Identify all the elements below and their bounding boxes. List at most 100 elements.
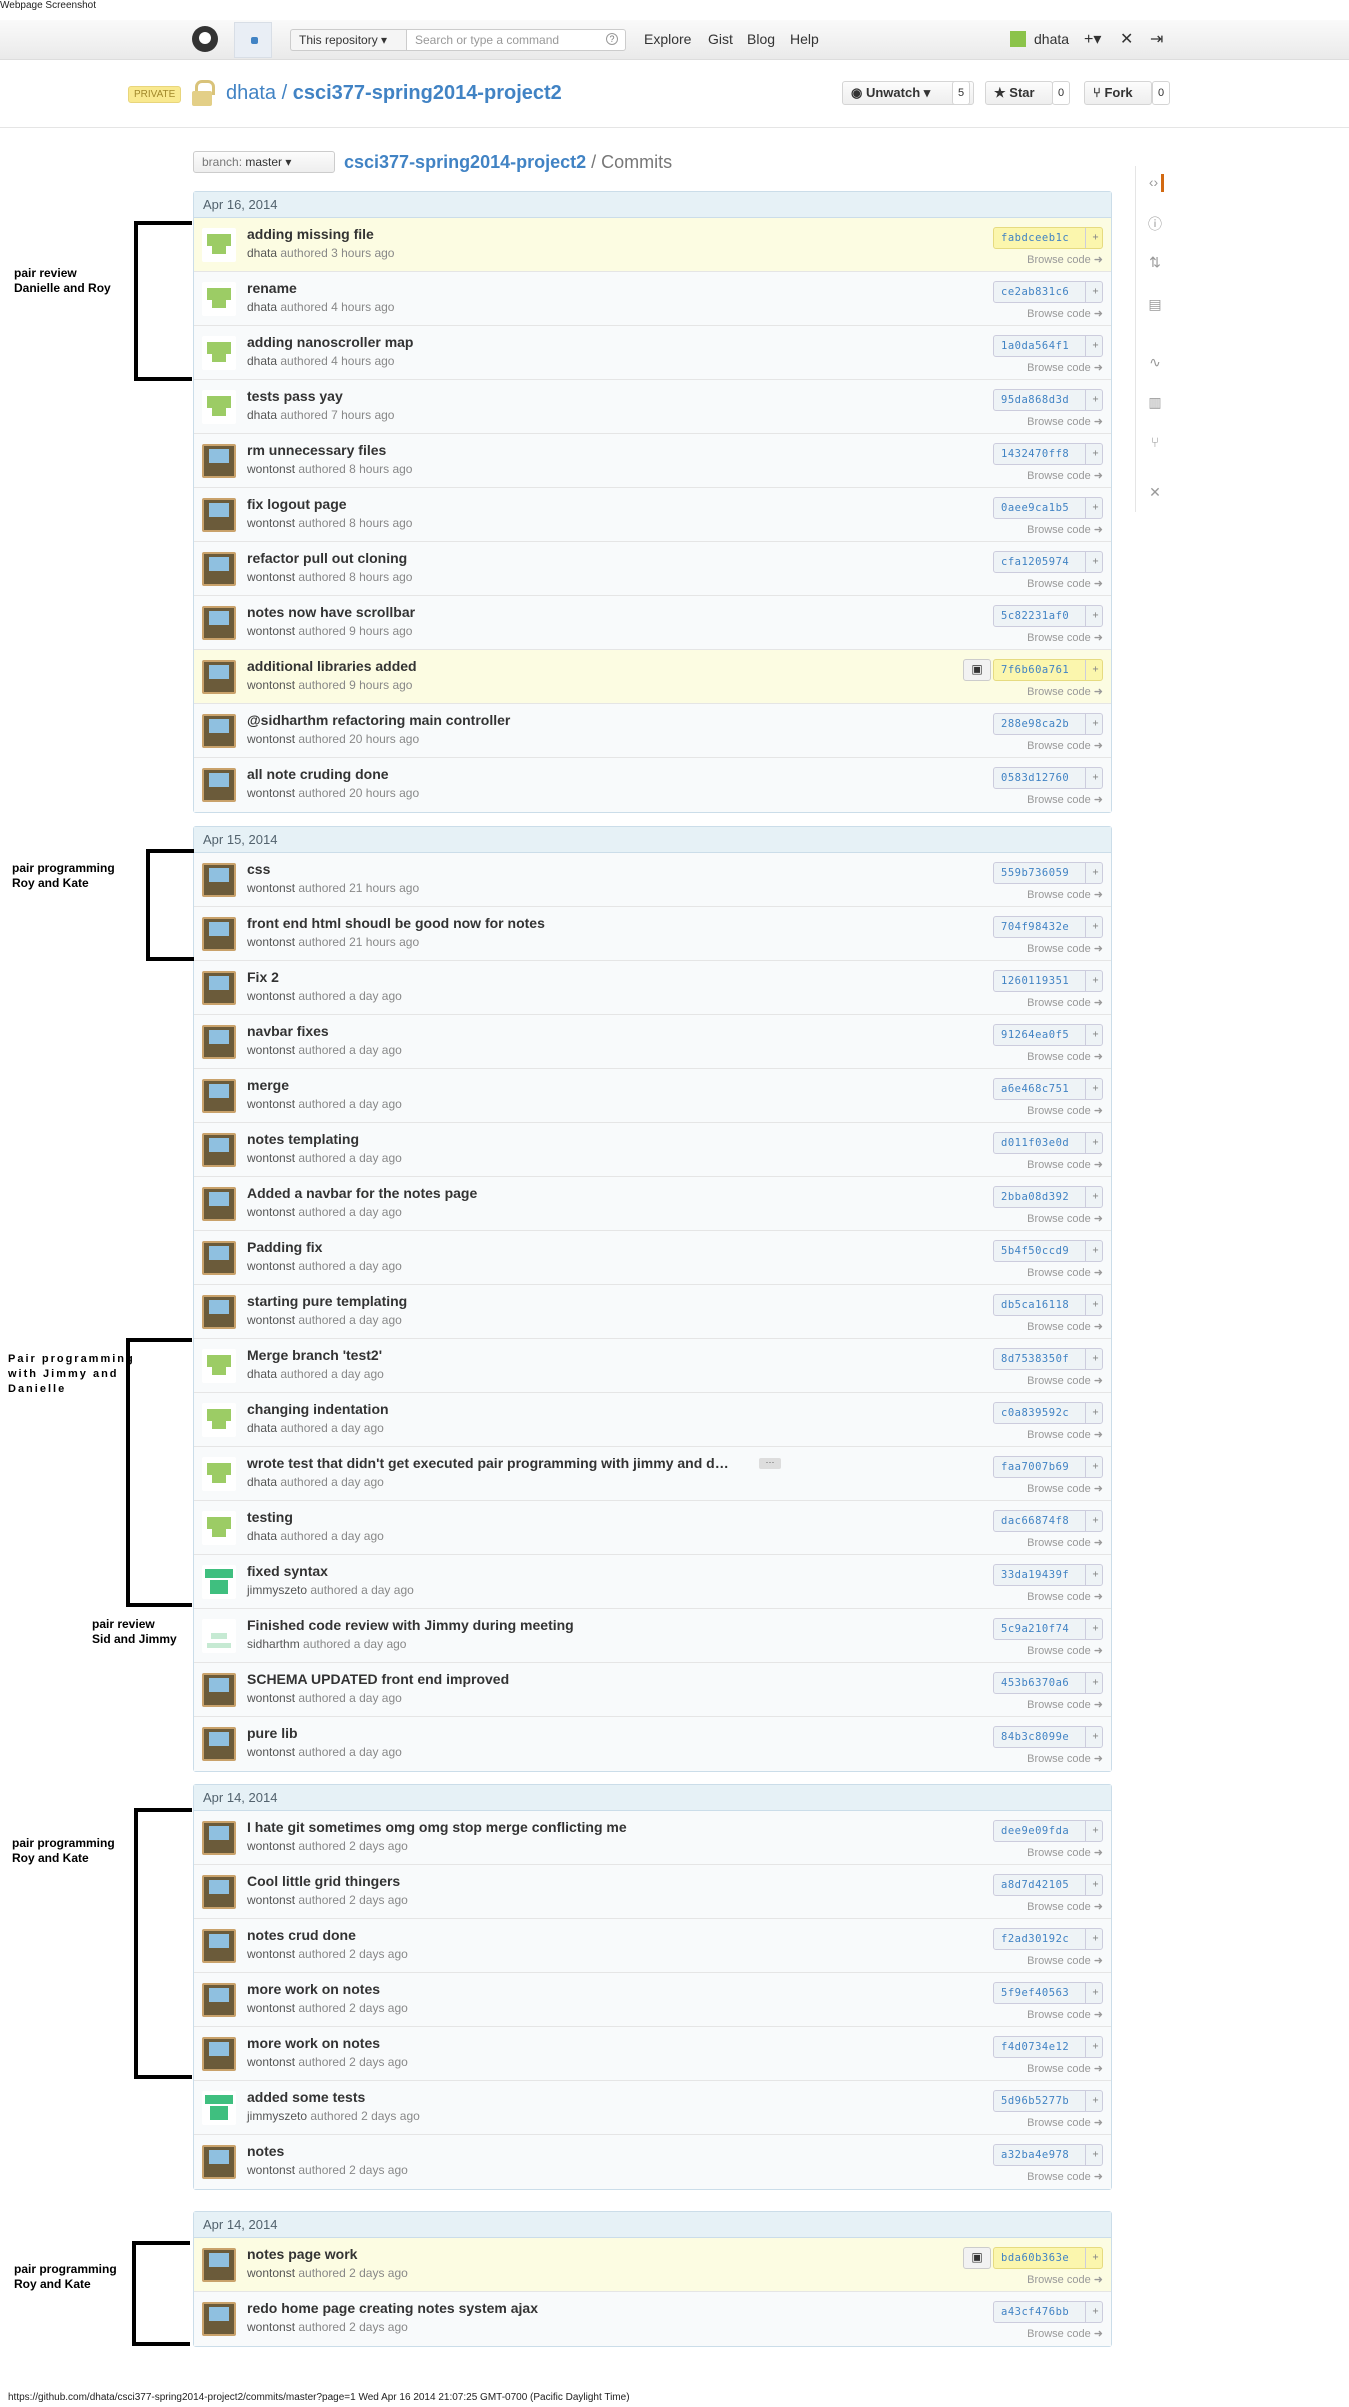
author-avatar[interactable] xyxy=(202,336,236,370)
commit-author-link[interactable]: wontonst xyxy=(247,881,295,895)
browse-code-link[interactable]: Browse code ➜ xyxy=(1027,1266,1103,1279)
commit-author-link[interactable]: wontonst xyxy=(247,935,295,949)
expand-sha-icon[interactable]: + xyxy=(1092,556,1099,567)
commit-message-link[interactable]: Fix 2 xyxy=(247,969,279,985)
repo-name-link[interactable]: csci377-spring2014-project2 xyxy=(293,82,562,104)
pull-requests-icon[interactable]: ⇅ xyxy=(1146,254,1164,272)
commit-author-link[interactable]: wontonst xyxy=(247,732,295,746)
commit-sha-button[interactable]: 8d7538350f + xyxy=(993,1348,1103,1370)
expand-sha-icon[interactable]: + xyxy=(1092,1191,1099,1202)
commit-author-link[interactable]: wontonst xyxy=(247,1691,295,1705)
commit-sha-button[interactable]: 0583d12760 + xyxy=(993,767,1103,789)
expand-sha-icon[interactable]: + xyxy=(1092,1137,1099,1148)
search-scope-select[interactable]: This repository ▾ xyxy=(290,29,406,51)
browse-code-link[interactable]: Browse code ➜ xyxy=(1027,739,1103,752)
browse-code-link[interactable]: Browse code ➜ xyxy=(1027,1846,1103,1859)
author-avatar[interactable] xyxy=(202,1403,236,1437)
expand-sha-icon[interactable]: + xyxy=(1092,610,1099,621)
commit-author-link[interactable]: wontonst xyxy=(247,1947,295,1961)
expand-sha-icon[interactable]: + xyxy=(1092,2149,1099,2160)
expand-sha-icon[interactable]: + xyxy=(1092,1461,1099,1472)
commit-message-link[interactable]: Added a navbar for the notes page xyxy=(247,1185,477,1201)
commit-sha-button[interactable]: 5d96b5277b + xyxy=(993,2090,1103,2112)
expand-sha-icon[interactable]: + xyxy=(1092,1825,1099,1836)
commit-author-link[interactable]: wontonst xyxy=(247,516,295,530)
commit-author-link[interactable]: dhata xyxy=(247,354,277,368)
commit-message-link[interactable]: rename xyxy=(247,280,297,296)
browse-code-link[interactable]: Browse code ➜ xyxy=(1027,253,1103,266)
nav-gist[interactable]: Gist xyxy=(708,31,733,47)
commit-message-link[interactable]: rm unnecessary files xyxy=(247,442,386,458)
author-avatar[interactable] xyxy=(202,714,236,748)
commit-sha-button[interactable]: 1432470ff8 + xyxy=(993,443,1103,465)
commit-message-link[interactable]: changing indentation xyxy=(247,1401,389,1417)
commit-author-link[interactable]: jimmyszeto xyxy=(247,1583,307,1597)
commit-author-link[interactable]: wontonst xyxy=(247,1893,295,1907)
commit-sha-button[interactable]: 5b4f50ccd9 + xyxy=(993,1240,1103,1262)
browse-code-link[interactable]: Browse code ➜ xyxy=(1027,1644,1103,1657)
expand-sha-icon[interactable]: + xyxy=(1092,1933,1099,1944)
commit-author-link[interactable]: dhata xyxy=(247,1475,277,1489)
pulse-icon[interactable]: ∿ xyxy=(1146,354,1164,372)
network-icon[interactable]: ⑂ xyxy=(1146,434,1164,452)
commit-author-link[interactable]: wontonst xyxy=(247,624,295,638)
expand-sha-icon[interactable]: + xyxy=(1092,340,1099,351)
star-button[interactable]: ★ Star xyxy=(985,81,1053,105)
expand-sha-icon[interactable]: + xyxy=(1092,394,1099,405)
commit-sha-button[interactable]: cfa1205974 + xyxy=(993,551,1103,573)
commit-message-link[interactable]: SCHEMA UPDATED front end improved xyxy=(247,1671,509,1687)
notifications-button[interactable] xyxy=(234,22,272,58)
commit-sha-button[interactable]: 453b6370a6 + xyxy=(993,1672,1103,1694)
commit-author-link[interactable]: wontonst xyxy=(247,1313,295,1327)
commit-sha-button[interactable]: 95da868d3d + xyxy=(993,389,1103,411)
commit-message-link[interactable]: more work on notes xyxy=(247,1981,380,1997)
branch-select[interactable]: branch: master ▾ xyxy=(193,151,335,173)
expand-sha-icon[interactable]: + xyxy=(1092,867,1099,878)
browse-code-link[interactable]: Browse code ➜ xyxy=(1027,2008,1103,2021)
expand-sha-icon[interactable]: + xyxy=(1092,2095,1099,2106)
author-avatar[interactable] xyxy=(202,1349,236,1383)
commit-author-link[interactable]: wontonst xyxy=(247,678,295,692)
commit-sha-button[interactable]: 704f98432e + xyxy=(993,916,1103,938)
browse-code-link[interactable]: Browse code ➜ xyxy=(1027,469,1103,482)
nav-explore[interactable]: Explore xyxy=(644,31,691,47)
commit-message-link[interactable]: Cool little grid thingers xyxy=(247,1873,400,1889)
expand-sha-icon[interactable]: + xyxy=(1092,1623,1099,1634)
commit-author-link[interactable]: wontonst xyxy=(247,1839,295,1853)
author-avatar[interactable] xyxy=(202,1241,236,1275)
commit-message-link[interactable]: refactor pull out cloning xyxy=(247,550,407,566)
settings-tools-icon[interactable]: ✕ xyxy=(1120,29,1133,49)
commit-sha-button[interactable]: dac66874f8 + xyxy=(993,1510,1103,1532)
commit-message-link[interactable]: notes templating xyxy=(247,1131,359,1147)
browse-code-link[interactable]: Browse code ➜ xyxy=(1027,2273,1103,2286)
commit-message-link[interactable]: css xyxy=(247,861,270,877)
expand-sha-icon[interactable]: + xyxy=(1092,1299,1099,1310)
commit-author-link[interactable]: wontonst xyxy=(247,1043,295,1057)
browse-code-link[interactable]: Browse code ➜ xyxy=(1027,1536,1103,1549)
author-avatar[interactable] xyxy=(202,1133,236,1167)
browse-code-link[interactable]: Browse code ➜ xyxy=(1027,685,1103,698)
repo-owner-link[interactable]: dhata xyxy=(226,82,276,104)
settings-icon[interactable]: ✕ xyxy=(1146,484,1164,502)
commit-author-link[interactable]: wontonst xyxy=(247,1205,295,1219)
forks-count[interactable]: 0 xyxy=(1152,81,1171,105)
expand-sha-icon[interactable]: + xyxy=(1092,2041,1099,2052)
user-name[interactable]: dhata xyxy=(1034,31,1069,47)
browse-code-link[interactable]: Browse code ➜ xyxy=(1027,307,1103,320)
commit-sha-button[interactable]: 7f6b60a761 + xyxy=(993,659,1103,681)
commit-message-link[interactable]: navbar fixes xyxy=(247,1023,329,1039)
browse-code-link[interactable]: Browse code ➜ xyxy=(1027,1320,1103,1333)
clipboard-icon[interactable]: ▣ xyxy=(963,2247,991,2269)
browse-code-link[interactable]: Browse code ➜ xyxy=(1027,793,1103,806)
expand-sha-icon[interactable]: + xyxy=(1092,1677,1099,1688)
commit-author-link[interactable]: wontonst xyxy=(247,1259,295,1273)
commit-author-link[interactable]: wontonst xyxy=(247,989,295,1003)
commit-message-link[interactable]: notes crud done xyxy=(247,1927,356,1943)
commit-author-link[interactable]: wontonst xyxy=(247,2320,295,2334)
author-avatar[interactable] xyxy=(202,606,236,640)
author-avatar[interactable] xyxy=(202,1727,236,1761)
browse-code-link[interactable]: Browse code ➜ xyxy=(1027,2116,1103,2129)
author-avatar[interactable] xyxy=(202,1821,236,1855)
commit-sha-button[interactable]: 288e98ca2b + xyxy=(993,713,1103,735)
commit-sha-button[interactable]: a6e468c751 + xyxy=(993,1078,1103,1100)
